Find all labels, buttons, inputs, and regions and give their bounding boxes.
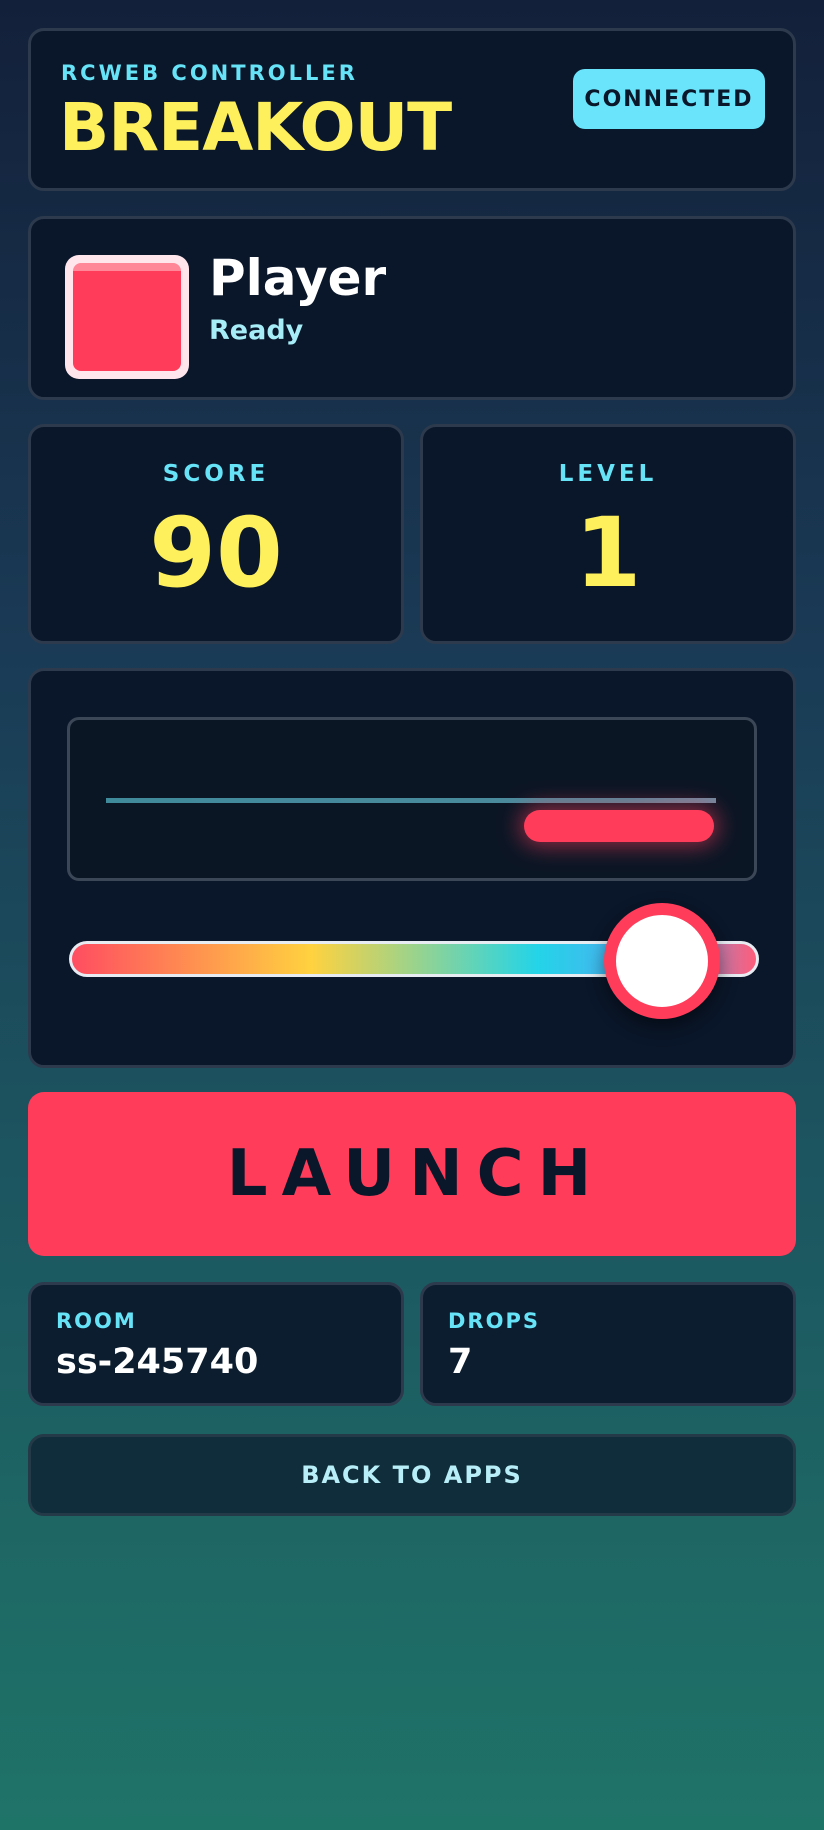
app-title: BREAKOUT xyxy=(59,89,452,166)
room-label: ROOM xyxy=(56,1309,137,1333)
score-card: SCORE 90 xyxy=(28,424,404,644)
header-card: RCWEB CONTROLLER BREAKOUT CONNECTED xyxy=(28,28,796,191)
drops-value: 7 xyxy=(448,1342,473,1382)
player-status: Ready xyxy=(209,315,304,346)
launch-button[interactable]: LAUNCH xyxy=(28,1092,796,1256)
player-color-fill xyxy=(73,263,181,371)
paddle-preview xyxy=(67,717,757,881)
score-label: SCORE xyxy=(162,461,270,487)
connection-status-badge: CONNECTED xyxy=(573,69,765,129)
paddle-control-card xyxy=(28,668,796,1068)
room-value: ss-245740 xyxy=(56,1342,259,1382)
drops-card: DROPS 7 xyxy=(420,1282,796,1406)
room-card: ROOM ss-245740 xyxy=(28,1282,404,1406)
paddle-indicator xyxy=(524,810,714,842)
app-eyebrow: RCWEB CONTROLLER xyxy=(61,61,358,85)
player-name: Player xyxy=(209,249,387,307)
paddle-track xyxy=(106,798,716,803)
score-value: 90 xyxy=(149,497,283,609)
level-value: 1 xyxy=(574,497,642,609)
player-card: Player Ready xyxy=(28,216,796,400)
player-color-swatch[interactable] xyxy=(65,255,189,379)
level-card: LEVEL 1 xyxy=(420,424,796,644)
drops-label: DROPS xyxy=(448,1309,540,1333)
paddle-slider-thumb[interactable] xyxy=(604,903,720,1019)
level-label: LEVEL xyxy=(558,461,658,487)
back-to-apps-button[interactable]: BACK TO APPS xyxy=(28,1434,796,1516)
